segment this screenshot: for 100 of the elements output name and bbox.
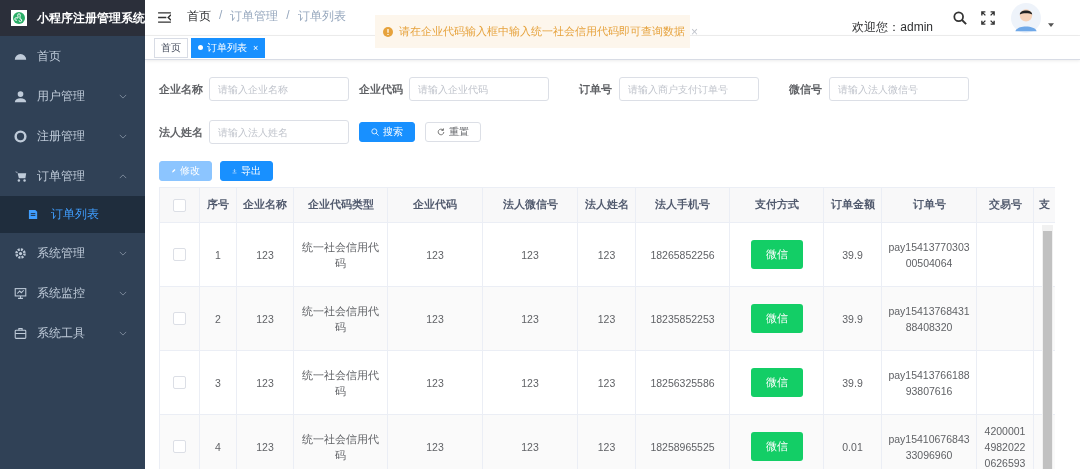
table-cell-text: 39.9 [842, 247, 863, 263]
table-cell-text: 2 [215, 311, 221, 327]
field-label: 企业名称 [159, 81, 201, 97]
table-cell-text: 39.9 [842, 311, 863, 327]
table-cell-text: pay1541376618893807616 [887, 367, 971, 399]
chevron-icon [119, 93, 127, 99]
table-cell-text: 420000149820220626593 [983, 423, 1027, 469]
pencil-icon [171, 167, 176, 175]
column-header: 企业代码 [413, 198, 457, 210]
column-header: 企业代码类型 [307, 198, 374, 210]
caret-icon[interactable] [1048, 22, 1054, 27]
table-cell-text: 123 [521, 311, 539, 327]
payment-tag: 微信 [750, 368, 803, 397]
table-cell-text: 18235852253 [650, 311, 715, 327]
table-cell-text: 123 [426, 439, 444, 455]
menu-icon[interactable] [158, 12, 171, 23]
menu-item[interactable]: 系统管理 [0, 233, 145, 273]
table-cell-text: 39.9 [842, 375, 863, 391]
table-cell-text: 123 [256, 247, 274, 263]
refresh-icon [437, 128, 445, 136]
column-header: 交易号 [988, 198, 1022, 210]
table-cell-text: 123 [256, 439, 274, 455]
table-cell-text: 123 [597, 247, 616, 263]
user-icon [14, 89, 27, 103]
search-icon [371, 128, 379, 136]
menu-item[interactable]: 系统工具 [0, 313, 145, 353]
column-header: 订单金额 [830, 198, 875, 210]
table-cell-text: 123 [597, 439, 616, 455]
breadcrumb-separator: / [286, 8, 290, 24]
checkbox[interactable] [173, 376, 186, 390]
gear-icon [14, 246, 27, 260]
tab[interactable]: 首页 [154, 37, 188, 58]
column-header: 法人微信号 [502, 198, 558, 210]
chevron-icon [119, 173, 127, 179]
checkbox[interactable] [173, 312, 186, 326]
field-label: 微信号 [789, 81, 821, 97]
table-cell-text: 18258965525 [650, 439, 715, 455]
welcome-text: 欢迎您：admin [852, 19, 933, 36]
table-cell-text: 统一社会信用代码 [301, 431, 380, 463]
field-label: 订单号 [579, 81, 611, 97]
menu-item[interactable]: 系统监控 [0, 273, 145, 313]
table-cell-text: 18256325586 [650, 375, 715, 391]
breadcrumb-item[interactable]: 首页 [187, 8, 211, 25]
payment-tag: 微信 [750, 240, 803, 269]
column-header: 支付方式 [754, 198, 799, 210]
chevron-icon [119, 133, 127, 139]
chevron-icon [119, 330, 127, 336]
avatar[interactable] [1011, 2, 1041, 33]
table-cell-text: pay1541376843188408320 [887, 303, 971, 335]
table-cell-text: 123 [426, 375, 444, 391]
reset-button[interactable]: 重置 [425, 122, 481, 142]
table-cell-text: 123 [256, 375, 274, 391]
toolbox-icon [14, 326, 27, 340]
breadcrumb-separator: / [219, 8, 223, 24]
scrollbar[interactable] [1042, 225, 1053, 469]
table-cell-text: 统一社会信用代码 [301, 303, 380, 335]
submenu-item[interactable]: 订单列表 [0, 196, 145, 233]
monitor-icon [14, 286, 27, 300]
fullscreen-icon[interactable] [981, 10, 995, 25]
download-icon [232, 167, 237, 175]
column-header: 支 [1039, 198, 1050, 210]
menu-item[interactable]: 注册管理 [0, 116, 145, 156]
chevron-icon [119, 250, 127, 256]
breadcrumb-item: 订单列表 [297, 8, 346, 25]
table-cell-text: 3 [215, 375, 221, 391]
table-cell-text: 统一社会信用代码 [301, 367, 380, 399]
chevron-icon [119, 290, 127, 296]
table-cell-text: 123 [521, 247, 539, 263]
table-cell-text: 1 [215, 247, 221, 263]
menu-item[interactable]: 订单管理 [0, 156, 145, 196]
field-label: 企业代码 [359, 81, 401, 97]
table-cell-text: pay1541377030300504064 [887, 239, 971, 271]
menu-item[interactable]: 首页 [0, 36, 145, 76]
column-header: 序号 [207, 198, 229, 210]
table-cell-text: 18265852256 [650, 247, 715, 263]
checkbox[interactable] [173, 198, 186, 212]
document-icon [28, 209, 39, 220]
lifebuoy-icon [14, 129, 27, 143]
table-cell-text: 123 [521, 375, 539, 391]
table-cell-text: 123 [426, 247, 444, 263]
table-cell-text: 123 [597, 311, 616, 327]
payment-tag: 微信 [750, 432, 803, 461]
table-cell-text: 123 [426, 311, 444, 327]
checkbox[interactable] [173, 248, 186, 262]
search-icon[interactable] [953, 10, 967, 25]
warning-icon [383, 26, 393, 37]
checkbox[interactable] [173, 440, 186, 454]
alert-message: 请在企业代码输入框中输入统一社会信用代码即可查询数据 [399, 24, 685, 39]
column-header: 企业名称 [243, 198, 287, 210]
column-header: 订单号 [912, 198, 946, 210]
column-header: 法人姓名 [584, 198, 629, 210]
table-cell-text: pay1541067684333096960 [887, 431, 971, 463]
menu-item[interactable]: 用户管理 [0, 76, 145, 116]
table-cell-text: 统一社会信用代码 [301, 239, 380, 271]
table-cell-text: 123 [597, 375, 616, 391]
table-cell-text: 123 [521, 439, 539, 455]
app-title: 小程序注册管理系统 [37, 9, 145, 27]
table-cell-text: 0.01 [842, 439, 863, 455]
payment-tag: 微信 [750, 304, 803, 333]
table-cell-text: 123 [256, 311, 274, 327]
